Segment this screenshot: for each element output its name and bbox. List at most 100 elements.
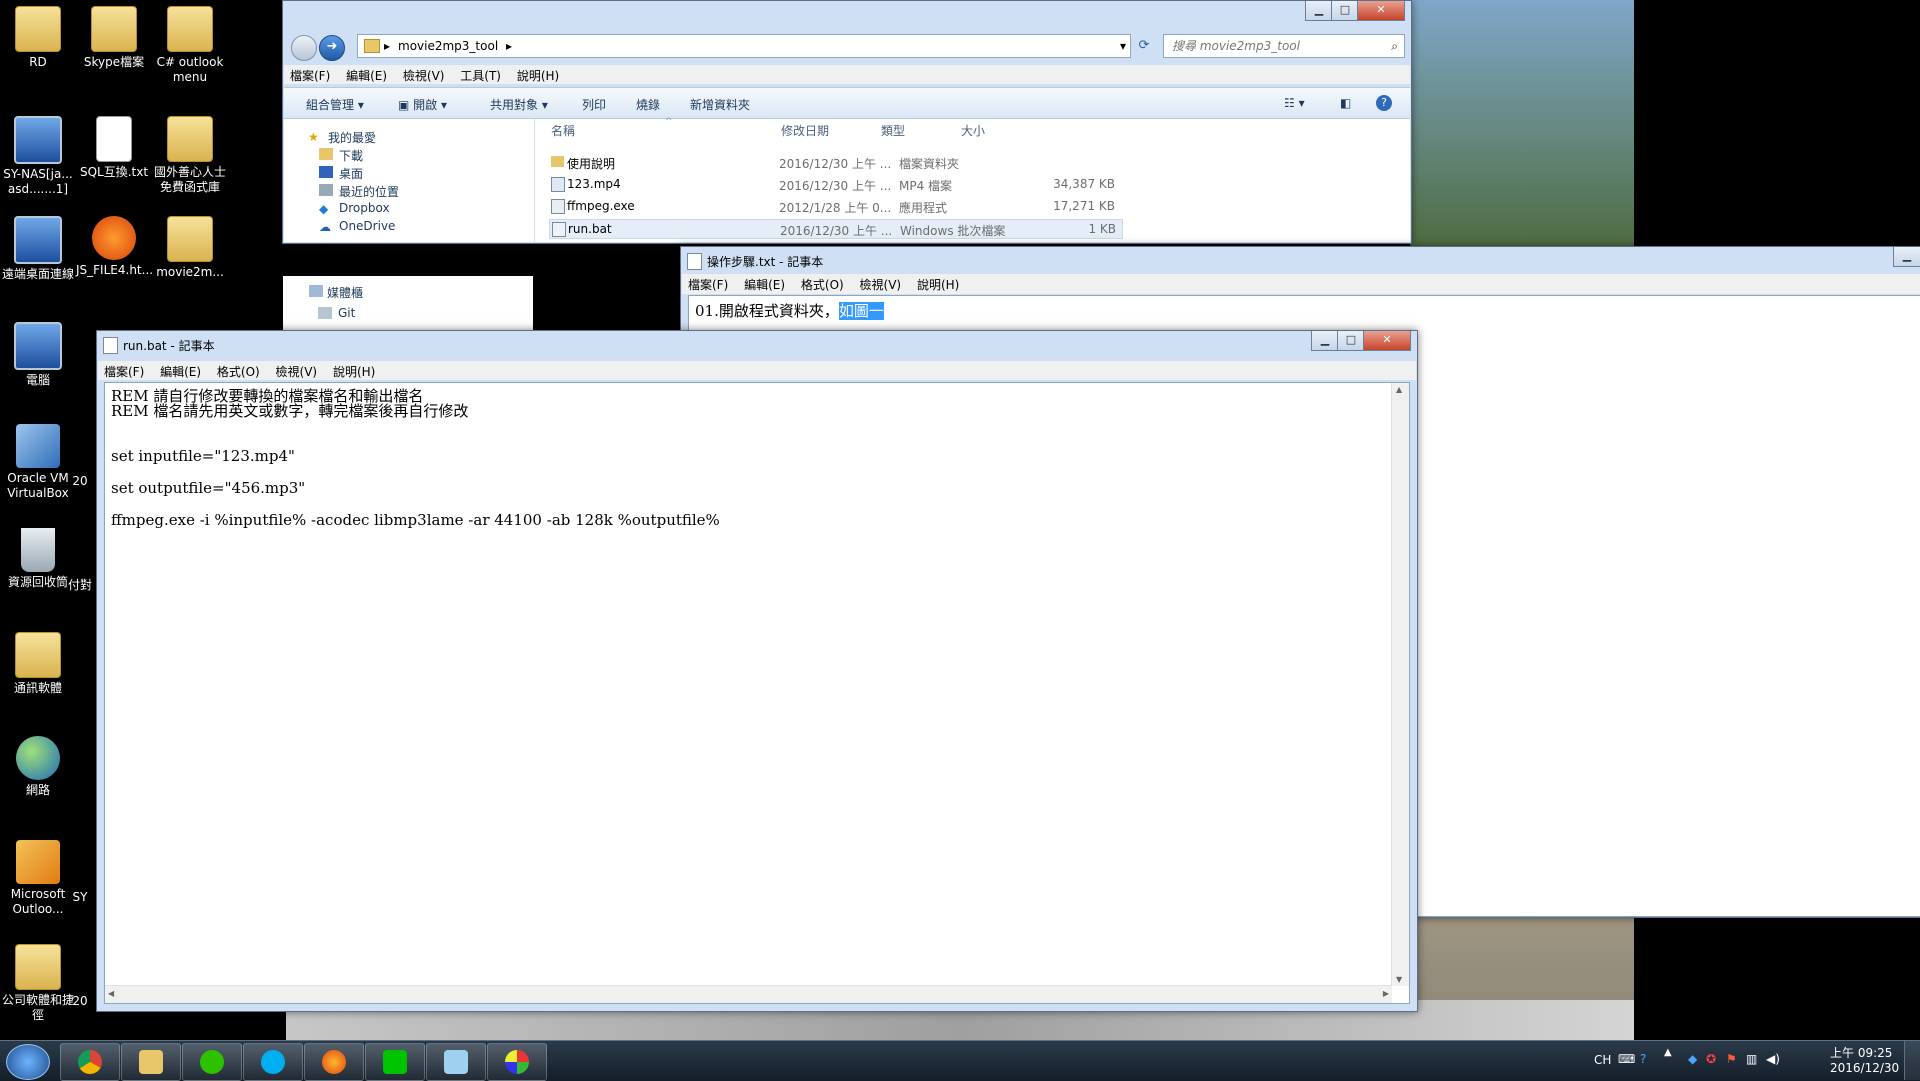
new-folder-button[interactable]: 新增資料夾 xyxy=(690,96,750,113)
taskbar-firefox[interactable] xyxy=(304,1043,364,1081)
close-button[interactable]: ✕ xyxy=(1357,1,1405,21)
file-row[interactable]: 使用說明 2016/12/30 上午 ... 檔案資料夾 xyxy=(549,153,1121,171)
menu-edit[interactable]: 編輯(E) xyxy=(154,361,207,380)
nav-recent[interactable]: 最近的位置 xyxy=(319,183,399,200)
help-icon[interactable]: ? xyxy=(1376,95,1392,111)
taskbar-paint[interactable] xyxy=(487,1043,547,1081)
minimize-button[interactable]: ▁ xyxy=(1893,247,1920,267)
preview-pane-icon[interactable]: ◧ xyxy=(1340,96,1351,110)
show-desktop-button[interactable] xyxy=(1904,1041,1920,1080)
minimize-button[interactable]: ▁ xyxy=(1305,1,1333,21)
file-row[interactable]: 123.mp4 2016/12/30 上午 ... MP4 檔案 34,387 … xyxy=(549,175,1121,193)
nav-desktop[interactable]: 桌面 xyxy=(319,165,363,182)
desktop-icon-company-software[interactable]: 公司軟體和捷徑 xyxy=(0,944,76,1023)
scroll-up-icon[interactable]: ▲ xyxy=(1396,385,1402,394)
burn-button[interactable]: 燒錄 xyxy=(636,96,660,113)
menu-help[interactable]: 說明(H) xyxy=(511,65,565,84)
breadcrumb-item[interactable]: movie2mp3_tool xyxy=(398,35,498,57)
menu-edit[interactable]: 編輯(E) xyxy=(340,65,393,84)
desktop-icon-comm-software[interactable]: 通訊軟體 xyxy=(0,632,76,696)
taskbar-skype[interactable] xyxy=(243,1043,303,1081)
maximize-button[interactable]: □ xyxy=(1337,331,1365,351)
menu-help[interactable]: 說明(H) xyxy=(911,274,965,293)
desktop-icon-sy-nas[interactable]: SY-NAS[ja... asd.......1] xyxy=(0,116,76,197)
desktop-icon-20[interactable]: 20 xyxy=(60,474,100,489)
organize-button[interactable]: 組合管理 ▾ xyxy=(306,96,364,113)
dropbox-tray-icon[interactable]: ◆ xyxy=(1688,1052,1697,1066)
taskbar-explorer[interactable] xyxy=(121,1043,181,1081)
nav-git[interactable]: Git xyxy=(318,306,355,320)
nav-dropbox[interactable]: ◆ Dropbox xyxy=(319,201,390,216)
horizontal-scrollbar[interactable]: ◀ ▶ xyxy=(105,985,1392,1003)
column-date[interactable]: 修改日期 xyxy=(781,122,829,139)
menu-file[interactable]: 檔案(F) xyxy=(98,361,150,380)
menu-format[interactable]: 格式(O) xyxy=(211,361,266,380)
nav-libraries[interactable]: 媒體櫃 xyxy=(309,284,363,301)
maximize-button[interactable]: □ xyxy=(1331,1,1359,21)
scroll-left-icon[interactable]: ◀ xyxy=(108,989,114,998)
address-dropdown-icon[interactable]: ▾ xyxy=(1120,35,1126,57)
minimize-button[interactable]: ▁ xyxy=(1311,331,1339,351)
column-type[interactable]: 類型 xyxy=(881,122,905,139)
menu-tools[interactable]: 工具(T) xyxy=(454,65,507,84)
column-size[interactable]: 大小 xyxy=(961,122,985,139)
taskbar-line[interactable] xyxy=(365,1043,425,1081)
nav-favorites[interactable]: ★ 我的最愛 xyxy=(308,129,376,146)
print-button[interactable]: 列印 xyxy=(582,96,606,113)
desktop-icon-rd[interactable]: RD xyxy=(0,6,76,70)
desktop-icon-sql-txt[interactable]: SQL互換.txt xyxy=(76,116,152,180)
taskbar-notepad[interactable] xyxy=(426,1043,486,1081)
keyboard-icon[interactable]: ⌨ xyxy=(1618,1052,1635,1066)
refresh-icon[interactable]: ⟳ xyxy=(1133,35,1155,57)
menu-file[interactable]: 檔案(F) xyxy=(284,65,336,84)
file-row-selected[interactable]: run.bat 2016/12/30 上午 ... Windows 批次檔案 1… xyxy=(549,219,1123,239)
vertical-scrollbar[interactable]: ▲ ▼ xyxy=(1391,383,1409,986)
menu-help[interactable]: 說明(H) xyxy=(327,361,381,380)
show-hidden-icons[interactable]: ▲ xyxy=(1664,1047,1672,1058)
notepad-run-text-area[interactable]: REM 請自行修改要轉換的檔案檔名和輸出檔名 REM 檔名請先用英文或數字，轉完… xyxy=(104,382,1410,1004)
clock-time[interactable]: 上午 09:25 xyxy=(1830,1044,1892,1061)
search-icon[interactable]: ⌕ xyxy=(1391,35,1398,57)
column-name[interactable]: 名稱 xyxy=(551,122,575,139)
desktop-icon-skype-files[interactable]: Skype檔案 xyxy=(76,6,152,70)
open-button[interactable]: ▣ 開啟 ▾ xyxy=(398,96,447,113)
desktop-icon-computer[interactable]: 電腦 xyxy=(0,322,76,388)
network-tray-icon[interactable]: ▥ xyxy=(1746,1052,1757,1066)
desktop-icon-movie2m[interactable]: movie2m... xyxy=(152,216,228,280)
taskbar-chrome[interactable] xyxy=(60,1043,120,1081)
menu-file[interactable]: 檔案(F) xyxy=(682,274,734,293)
menu-view[interactable]: 檢視(V) xyxy=(397,65,451,84)
start-button[interactable] xyxy=(6,1044,50,1080)
language-indicator[interactable]: CH xyxy=(1594,1053,1611,1067)
desktop-icon-csharp-outlook[interactable]: C# outlook menu xyxy=(152,6,228,85)
nav-downloads[interactable]: 下載 xyxy=(319,147,363,164)
back-button[interactable] xyxy=(291,35,317,61)
clock-date[interactable]: 2016/12/30 xyxy=(1830,1061,1899,1075)
desktop-icon-fudui[interactable]: 付對 xyxy=(60,578,100,593)
address-bar[interactable]: ▸ movie2mp3_tool ▸ ▾ xyxy=(357,34,1131,58)
taskbar-wechat[interactable] xyxy=(182,1043,242,1081)
file-row[interactable]: ffmpeg.exe 2012/1/28 上午 0... 應用程式 17,271… xyxy=(549,197,1121,215)
desktop-icon-virtualbox[interactable]: Oracle VM VirtualBox xyxy=(0,424,76,501)
share-button[interactable]: 共用對象 ▾ xyxy=(490,96,548,113)
help-tray-icon[interactable]: ? xyxy=(1640,1052,1646,1066)
search-box[interactable]: 搜尋 movie2mp3_tool ⌕ xyxy=(1163,34,1405,58)
volume-icon[interactable]: ◀) xyxy=(1766,1052,1780,1066)
forward-button[interactable]: ➜ xyxy=(319,35,345,61)
close-button[interactable]: ✕ xyxy=(1363,331,1411,351)
desktop-icon-sy[interactable]: SY xyxy=(60,890,100,905)
breadcrumb-chevron-icon[interactable]: ▸ xyxy=(506,35,512,57)
desktop-icon-remote-desktop[interactable]: 遠端桌面連線 xyxy=(0,216,76,282)
view-options-icon[interactable]: ☷ ▾ xyxy=(1284,96,1305,110)
scroll-down-icon[interactable]: ▼ xyxy=(1396,975,1402,984)
menu-edit[interactable]: 編輯(E) xyxy=(738,274,791,293)
desktop-icon-free-libs[interactable]: 國外善心人士免費函式庫 xyxy=(152,116,228,195)
scroll-right-icon[interactable]: ▶ xyxy=(1383,989,1389,998)
menu-view[interactable]: 檢視(V) xyxy=(270,361,324,380)
desktop-icon-outlook[interactable]: Microsoft Outloo... xyxy=(0,840,76,917)
action-center-flag-icon[interactable]: ⚑ xyxy=(1726,1052,1737,1066)
desktop-icon-js-file[interactable]: JS_FILE4.ht... xyxy=(76,216,153,278)
desktop-icon-network[interactable]: 網路 xyxy=(0,736,76,798)
security-tray-icon[interactable]: ✪ xyxy=(1706,1052,1716,1066)
menu-view[interactable]: 檢視(V) xyxy=(854,274,908,293)
